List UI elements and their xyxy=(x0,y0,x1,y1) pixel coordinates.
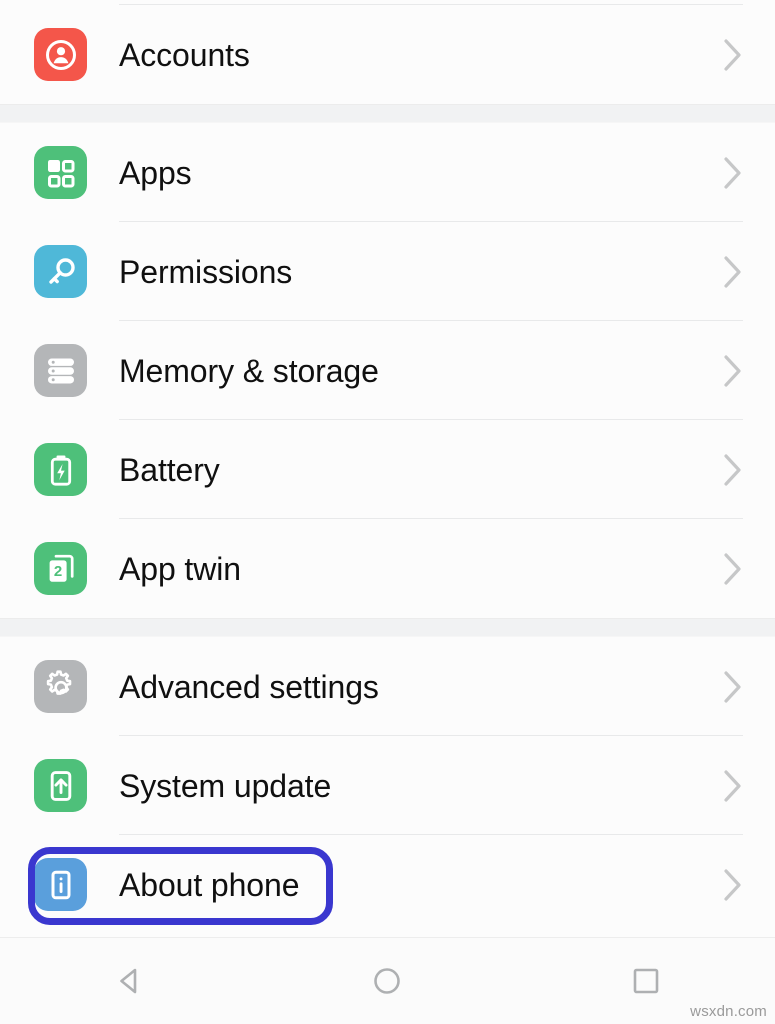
settings-row-label: Memory & storage xyxy=(119,352,379,389)
settings-row-label: App twin xyxy=(119,550,241,587)
apps-grid-icon xyxy=(34,146,87,199)
nav-back-icon[interactable] xyxy=(74,938,184,1024)
chevron-right-icon[interactable] xyxy=(713,35,753,75)
settings-row-advanced-settings[interactable]: Advanced settings xyxy=(0,637,775,736)
about-phone-info-icon xyxy=(34,858,87,911)
chevron-right-icon[interactable] xyxy=(713,667,753,707)
app-twin-icon: 2 xyxy=(34,542,87,595)
chevron-right-icon[interactable] xyxy=(713,153,753,193)
settings-row-app-twin[interactable]: 2 App twin xyxy=(0,519,775,618)
account-person-icon xyxy=(34,28,87,81)
settings-row-system-update[interactable]: System update xyxy=(0,736,775,835)
settings-screen: Accounts Apps Permissions Memory & stora… xyxy=(0,0,775,1024)
chevron-right-icon[interactable] xyxy=(713,766,753,806)
settings-row-about-phone[interactable]: About phone xyxy=(0,835,775,934)
settings-row-label: Battery xyxy=(119,451,220,488)
settings-group-apps: Apps Permissions Memory & storage Batter… xyxy=(0,123,775,618)
settings-row-accounts[interactable]: Accounts xyxy=(0,5,775,104)
settings-row-label: About phone xyxy=(119,866,300,903)
settings-row-permissions[interactable]: Permissions xyxy=(0,222,775,321)
settings-row-label: Accounts xyxy=(119,36,250,73)
chevron-right-icon[interactable] xyxy=(713,351,753,391)
settings-row-battery[interactable]: Battery xyxy=(0,420,775,519)
settings-row-label: System update xyxy=(119,767,332,804)
battery-bolt-icon xyxy=(34,443,87,496)
settings-row-memory-storage[interactable]: Memory & storage xyxy=(0,321,775,420)
group-separator xyxy=(0,104,775,123)
nav-home-icon[interactable] xyxy=(332,938,442,1024)
settings-row-label: Apps xyxy=(119,154,192,191)
group-separator xyxy=(0,618,775,637)
chevron-right-icon[interactable] xyxy=(713,252,753,292)
system-update-icon xyxy=(34,759,87,812)
settings-list[interactable]: Accounts Apps Permissions Memory & stora… xyxy=(0,0,775,937)
android-navigation-bar xyxy=(0,937,775,1024)
settings-group-accounts: Accounts xyxy=(0,5,775,104)
chevron-right-icon[interactable] xyxy=(713,549,753,589)
nav-recents-icon[interactable] xyxy=(591,938,701,1024)
chevron-right-icon[interactable] xyxy=(713,865,753,905)
settings-row-label: Permissions xyxy=(119,253,293,290)
svg-text:2: 2 xyxy=(53,563,61,580)
settings-row-label: Advanced settings xyxy=(119,668,379,705)
settings-row-apps[interactable]: Apps xyxy=(0,123,775,222)
storage-stack-icon xyxy=(34,344,87,397)
watermark: wsxdn.com xyxy=(690,1003,767,1020)
chevron-right-icon[interactable] xyxy=(713,450,753,490)
key-icon xyxy=(34,245,87,298)
gear-icon xyxy=(34,660,87,713)
settings-group-system: Advanced settings System update About ph… xyxy=(0,637,775,934)
